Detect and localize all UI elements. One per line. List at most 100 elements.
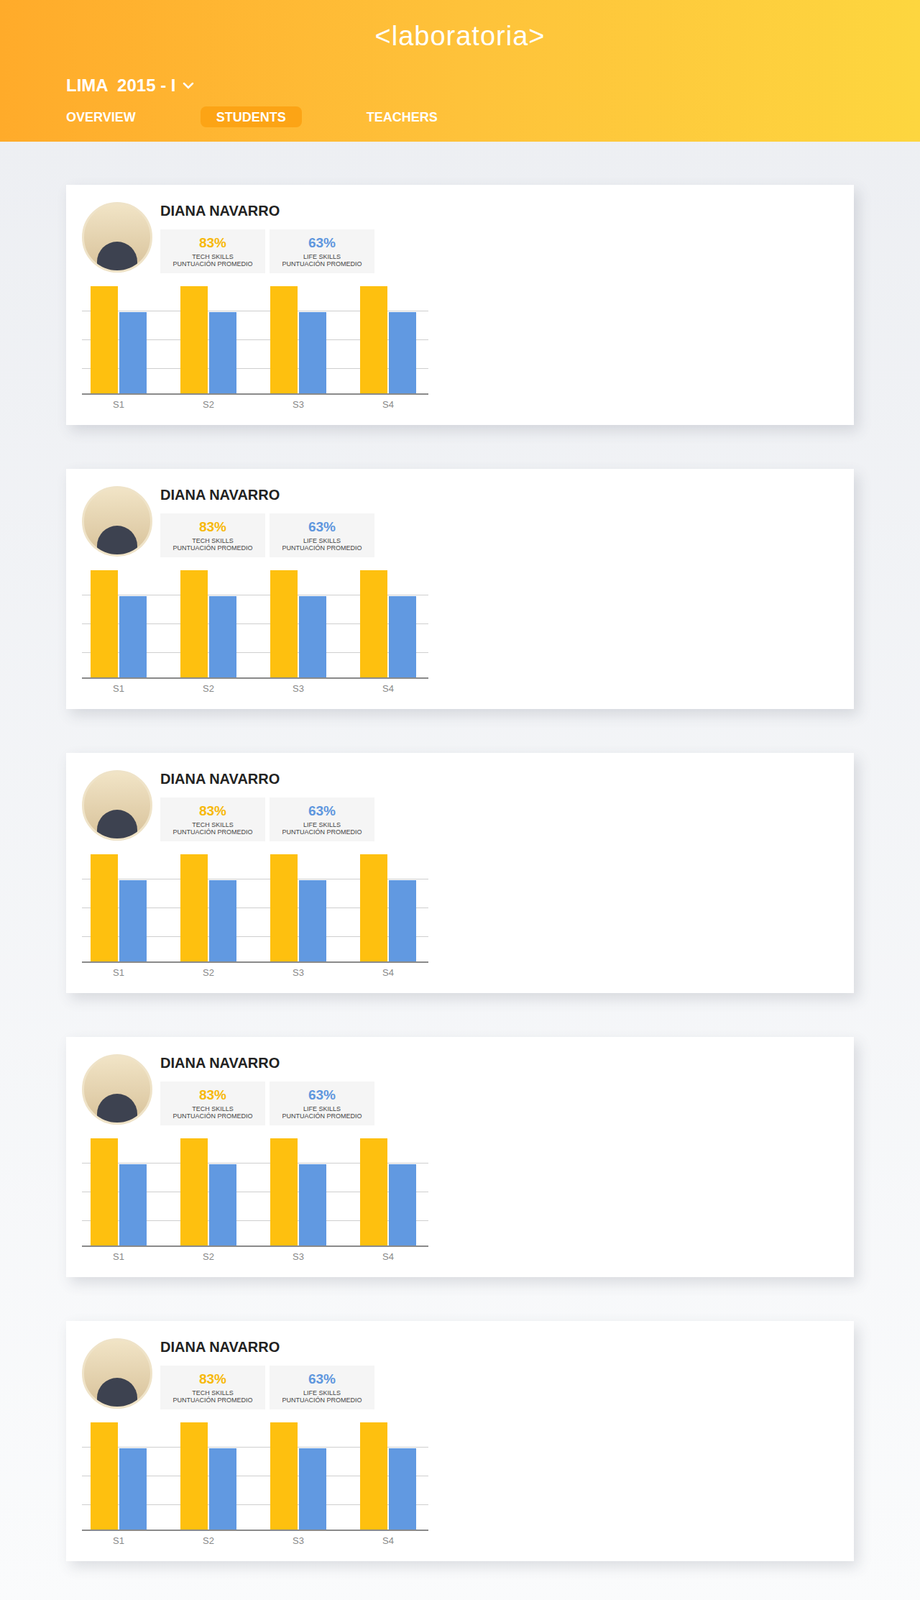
student-header: DIANA NAVARRO 83%TECH SKILLSPUNTUACIÓN PR…	[81, 485, 854, 558]
bar-group	[180, 1420, 237, 1529]
stat-label: LIFE SKILLS	[303, 820, 341, 828]
bar-group	[270, 569, 327, 678]
logo[interactable]: <laboratoria>	[375, 18, 546, 54]
stat-box: 83%TECH SKILLSPUNTUACIÓN PROMEDIO	[160, 1081, 266, 1125]
bar-group	[270, 285, 327, 394]
bar[interactable]	[209, 879, 237, 961]
bar[interactable]	[90, 569, 118, 678]
student-card[interactable]: DIANA NAVARRO 83%TECH SKILLSPUNTUACIÓN PR…	[66, 752, 854, 993]
cohort-selector[interactable]: LIMA 2015 - I	[66, 74, 176, 97]
axis-label: S4	[360, 682, 417, 695]
bar[interactable]	[360, 1421, 388, 1529]
bar[interactable]	[270, 853, 298, 961]
bar[interactable]	[299, 311, 327, 394]
axis-label: S1	[90, 966, 147, 979]
stat-row: 83%TECH SKILLSPUNTUACIÓN PROMEDIO63%LIFE…	[160, 229, 375, 274]
bar[interactable]	[360, 853, 388, 961]
bar[interactable]	[90, 1137, 118, 1245]
nav-tab[interactable]: STUDENTS	[200, 106, 302, 128]
stat-sublabel: PUNTUACIÓN PROMEDIO	[281, 828, 362, 836]
student-photo	[81, 1337, 153, 1409]
stat-value: 83%	[199, 1086, 227, 1103]
bar[interactable]	[388, 595, 417, 678]
stat-sublabel: PUNTUACIÓN PROMEDIO	[281, 1111, 362, 1120]
bar[interactable]	[90, 286, 118, 394]
bar[interactable]	[388, 879, 417, 961]
stat-label: TECH SKILLS	[191, 820, 234, 828]
bar[interactable]	[270, 286, 298, 394]
bar[interactable]	[180, 286, 208, 394]
photo-placeholder	[97, 241, 138, 271]
nav-tab[interactable]: OVERVIEW	[50, 106, 152, 128]
stat-sublabel: PUNTUACIÓN PROMEDIO	[281, 260, 362, 268]
stat-label: TECH SKILLS	[191, 1104, 234, 1112]
bar[interactable]	[119, 1447, 147, 1529]
bar-group	[360, 569, 417, 678]
axis-label: S4	[360, 1250, 417, 1263]
student-header: DIANA NAVARRO 83%TECH SKILLSPUNTUACIÓN PR…	[81, 769, 854, 841]
stat-label: TECH SKILLS	[191, 536, 234, 545]
student-card[interactable]: DIANA NAVARRO83%TECH SKILLSPUNTUACIÓN PR…	[66, 1036, 854, 1277]
student-card[interactable]: DIANA NAVARRO83%TECH SKILLSPUNTUACIÓN PR…	[66, 1320, 854, 1561]
sprint-chart: S1S2S3S4	[81, 1420, 429, 1547]
sprint-chart: S1S2S3S4	[81, 853, 429, 979]
bar[interactable]	[90, 1421, 118, 1529]
bar-group	[90, 853, 147, 961]
stat-row: 83%TECH SKILLSPUNTUACIÓN PROMEDIO63%LIFE…	[160, 513, 375, 558]
bar[interactable]	[119, 595, 147, 678]
nav-tab[interactable]: TEACHERS	[350, 106, 454, 128]
bar[interactable]	[209, 1163, 237, 1245]
stat-box: 83%TECH SKILLSPUNTUACIÓN PROMEDIO	[160, 797, 266, 841]
bar[interactable]	[209, 311, 237, 394]
bar[interactable]	[180, 1421, 208, 1529]
axis-label: S3	[270, 682, 327, 695]
bar[interactable]	[180, 1137, 208, 1245]
bar[interactable]	[90, 853, 118, 961]
top-bar: <laboratoria> LIMA 2015 - I OVERVIEW STUD…	[0, 0, 920, 142]
bar[interactable]	[388, 1447, 417, 1529]
chevron-down-icon[interactable]	[182, 81, 195, 90]
bar[interactable]	[209, 1447, 237, 1529]
bar[interactable]	[299, 595, 327, 678]
bar[interactable]	[388, 311, 417, 394]
bar[interactable]	[388, 1163, 417, 1245]
bar[interactable]	[209, 595, 237, 678]
student-card[interactable]: DIANA NAVARRO 83%TECH SKILLSPUNTUACIÓN PR…	[66, 468, 854, 709]
stat-box: 63%LIFE SKILLSPUNTUACIÓN PROMEDIO	[269, 513, 375, 558]
bar-groups	[81, 1420, 429, 1529]
photo-placeholder	[97, 809, 138, 839]
bar-group	[360, 853, 417, 961]
bar-group	[360, 1420, 417, 1529]
bar[interactable]	[180, 569, 208, 678]
stat-value: 63%	[308, 802, 336, 819]
bar[interactable]	[360, 1137, 388, 1245]
bar[interactable]	[360, 569, 388, 678]
chart-plot	[81, 285, 429, 395]
bar-group	[180, 1137, 237, 1245]
stat-row: 83%TECH SKILLSPUNTUACIÓN PROMEDIO63%LIFE…	[160, 1364, 375, 1409]
stat-box: 63%LIFE SKILLSPUNTUACIÓN PROMEDIO	[269, 797, 375, 841]
bar[interactable]	[299, 1447, 327, 1529]
chart-plot	[81, 1137, 429, 1247]
axis-label: S1	[90, 398, 147, 411]
bar[interactable]	[119, 311, 147, 394]
bar[interactable]	[270, 1421, 298, 1529]
bar[interactable]	[270, 1137, 298, 1245]
stat-row: 83%TECH SKILLSPUNTUACIÓN PROMEDIO63%LIFE…	[160, 1081, 375, 1125]
bar[interactable]	[180, 853, 208, 961]
student-name: DIANA NAVARRO	[160, 485, 375, 504]
student-name: DIANA NAVARRO	[160, 769, 375, 788]
bar[interactable]	[119, 1163, 147, 1245]
bar[interactable]	[299, 879, 327, 961]
student-card[interactable]: DIANA NAVARRO83%TECH SKILLSPUNTUACIÓN PR…	[66, 184, 854, 425]
bar-groups	[81, 1137, 429, 1245]
student-info: DIANA NAVARRO83%TECH SKILLSPUNTUACIÓN PR…	[160, 201, 375, 274]
bar[interactable]	[119, 879, 147, 961]
bar[interactable]	[360, 286, 388, 394]
stat-value: 63%	[308, 1370, 336, 1387]
bar-groups	[81, 853, 429, 961]
axis-label: S1	[90, 1250, 147, 1263]
student-photo	[81, 201, 153, 273]
bar[interactable]	[299, 1163, 327, 1245]
bar[interactable]	[270, 569, 298, 678]
